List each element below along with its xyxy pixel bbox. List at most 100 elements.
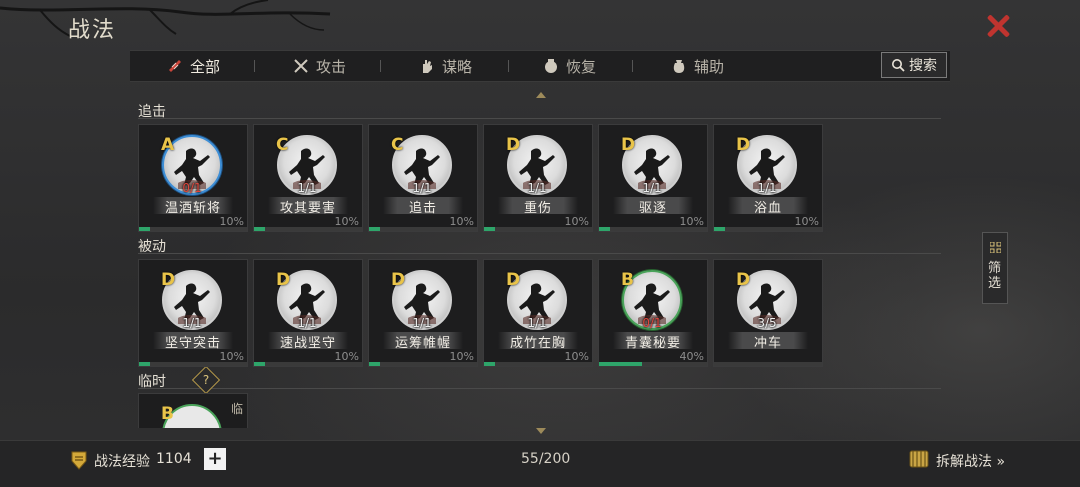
tactic-card[interactable]: D 1/1 运筹帷幄 10% [368,259,478,367]
tactic-grade: D [736,135,751,155]
tab-strategy[interactable]: 谋略 [418,51,472,81]
filter-button[interactable]: 筛选 [982,232,1008,304]
tactic-count: 0/1 [182,181,202,195]
tab-divider [632,60,633,72]
tactic-count: 1/1 [527,316,547,330]
tactic-progress-bar [139,227,247,231]
tactic-name: 成竹在胸 [509,336,566,351]
filter-label: 筛选 [988,261,1002,291]
tactic-card[interactable]: B 0/1 青囊秘要 40% [598,259,708,367]
tab-strategy-label: 谋略 [442,57,473,76]
tactic-name: 攻其要害 [279,201,336,216]
grid-icon [990,242,1001,253]
tactic-count: 1/1 [182,316,202,330]
tab-recovery[interactable]: 恢复 [542,51,596,81]
tactic-progress-fill [139,362,150,366]
tactic-count: 0/1 [642,316,662,330]
tactic-progress-fill [254,362,265,366]
tactic-progress-fill [599,227,610,231]
tactic-name: 坚守突击 [164,336,221,351]
search-label: 搜索 [909,58,937,74]
tactic-card[interactable]: D 1/1 驱逐 10% [598,124,708,232]
tactic-grade: C [391,135,404,155]
temporary-tag: 临 [230,402,243,416]
tactic-card[interactable]: A 0/1 温酒斩将 10% [138,124,248,232]
tactic-name: 速战坚守 [279,336,336,351]
search-icon [892,59,905,72]
tactic-grade: B [621,270,634,290]
tactic-card[interactable]: D 1/1 速战坚守 10% [253,259,363,367]
tab-attack[interactable]: 攻击 [292,51,346,81]
page-title: 战法 [68,18,117,43]
tactic-progress-bar [369,362,477,366]
tactic-experience-icon [71,451,87,470]
tactic-capacity: 55/200 [521,451,571,467]
tab-all[interactable]: 全部 [166,51,220,81]
experience-value: 1104 [156,451,192,467]
hand-icon [423,60,432,73]
tactic-count: 1/1 [297,181,317,195]
tactic-card[interactable]: D 1/1 重伤 10% [483,124,593,232]
tab-all-label: 全部 [190,57,221,76]
tactic-grade: D [506,135,521,155]
tactic-grade: B [161,404,174,424]
tactic-progress-bar [714,362,822,366]
tab-divider [380,60,381,72]
section-divider [138,388,941,389]
tactic-progress-bar [369,227,477,231]
tactic-progress-fill [599,362,643,366]
tactic-name: 驱逐 [638,201,667,216]
tactic-card[interactable]: D 1/1 浴血 10% [713,124,823,232]
search-button[interactable]: 搜索 [881,52,947,78]
tactic-name: 运筹帷幄 [394,336,451,351]
tactic-grade: D [391,270,406,290]
tactic-card[interactable]: D 1/1 坚守突击 10% [138,259,248,367]
tactic-count: 1/1 [412,316,432,330]
dismantle-tactics-button[interactable]: 拆解战法 » [936,451,1005,471]
close-button[interactable] [984,12,1012,40]
tactic-progress-bar [599,227,707,231]
tab-divider [254,60,255,72]
tactic-count: 3/5 [757,316,777,330]
tactic-progress-bar [254,362,362,366]
tactic-card[interactable]: D 3/5 冲车 [713,259,823,367]
tab-recovery-label: 恢复 [566,57,597,76]
tactic-progress-fill [369,362,380,366]
tactic-progress-bar [254,227,362,231]
tactic-name: 温酒斩将 [164,201,221,216]
tactic-grade: D [736,270,751,290]
scroll-down-arrow-icon[interactable] [536,428,546,434]
tactic-count: 1/1 [642,181,662,195]
tactic-card[interactable]: C 1/1 攻其要害 10% [253,124,363,232]
tactic-grade: C [276,135,289,155]
pouch-icon [673,60,685,73]
tactic-progress-bar [484,362,592,366]
tactic-progress-fill [714,227,725,231]
tab-attack-label: 攻击 [316,57,347,76]
tactic-card[interactable]: D 1/1 成竹在胸 10% [483,259,593,367]
tactic-count: 1/1 [297,316,317,330]
scroll-up-arrow-icon[interactable] [536,92,546,98]
dismantle-icon [909,450,929,468]
section-divider [138,253,941,254]
scroll-icon [169,60,181,72]
tab-support-label: 辅助 [694,57,725,76]
tactic-name: 冲车 [753,336,782,351]
tactic-count: 1/1 [527,181,547,195]
tab-divider [508,60,509,72]
tactic-count: 1/1 [412,181,432,195]
tactic-progress-bar [484,227,592,231]
tactic-card-temporary[interactable]: B 临 [138,393,248,428]
tactic-card[interactable]: C 1/1 追击 10% [368,124,478,232]
tactic-name: 青囊秘要 [624,336,681,351]
tactic-progress-bar [714,227,822,231]
tactic-grade: D [276,270,291,290]
experience-label: 战法经验 [94,454,150,470]
tactic-name: 浴血 [753,201,782,216]
tactic-progress-fill [139,227,150,231]
tactic-name: 重伤 [523,201,552,216]
tactic-progress-fill [254,227,265,231]
tab-support[interactable]: 辅助 [670,51,724,81]
add-experience-button[interactable]: + [204,448,226,470]
tactic-progress-fill [369,227,380,231]
